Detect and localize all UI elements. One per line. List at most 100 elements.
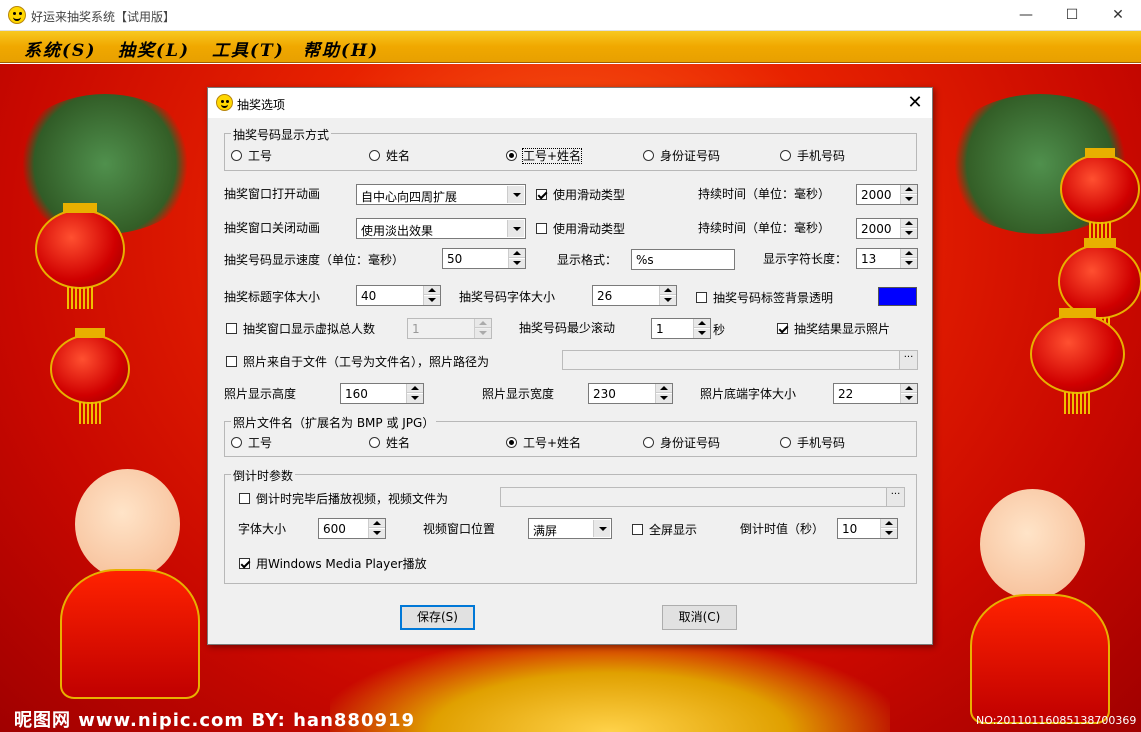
- photo-width-spinner[interactable]: 230: [588, 383, 673, 404]
- spin-down-icon[interactable]: [656, 394, 672, 403]
- countdown-group-label: 倒计时参数: [231, 467, 296, 484]
- speed-value: 50: [447, 252, 463, 266]
- format-input[interactable]: %s: [631, 249, 735, 270]
- photo-name-radio-name[interactable]: 姓名: [369, 434, 410, 451]
- close-button[interactable]: ✕: [1095, 0, 1141, 31]
- checkbox-label: 倒计时完毕后播放视频，视频文件为: [256, 492, 449, 506]
- format-label: 显示格式：: [557, 253, 618, 267]
- spin-up-icon[interactable]: [660, 286, 676, 295]
- menu-tools[interactable]: 工具(T): [212, 36, 285, 61]
- close-duration-value: 2000: [861, 222, 892, 236]
- char-length-spinner[interactable]: 13: [856, 248, 918, 269]
- countdown-value-spinner[interactable]: 10: [837, 518, 898, 539]
- photo-height-spinner[interactable]: 160: [340, 383, 424, 404]
- display-mode-radio-id-card[interactable]: 身份证号码: [643, 147, 720, 164]
- open-duration-label: 持续时间（单位：毫秒）: [698, 187, 831, 201]
- photo-font-spinner[interactable]: 22: [833, 383, 918, 404]
- spin-up-icon[interactable]: [424, 286, 440, 295]
- min-roll-spinner[interactable]: 1: [651, 318, 711, 339]
- open-anim-value: 自中心向四周扩展: [361, 190, 458, 204]
- menubar: 系统(S) 抽奖(L) 工具(T) 帮助(H): [0, 31, 1141, 63]
- spin-up-icon[interactable]: [656, 384, 672, 393]
- lottery-options-dialog: 抽奖选项 ✕ 抽奖号码显示方式 工号 姓名 工号+姓名 身份证号码 手机号码 抽…: [207, 87, 933, 645]
- close-anim-value: 使用淡出效果: [361, 224, 434, 238]
- spin-down-icon[interactable]: [901, 195, 917, 204]
- photo-from-file-checkbox[interactable]: 照片来自于文件（工号为文件名），照片路径为: [226, 353, 489, 370]
- virtual-total-spinner[interactable]: 1: [407, 318, 492, 339]
- photo-name-radio-id-card[interactable]: 身份证号码: [643, 434, 720, 451]
- save-button[interactable]: 保存(S): [400, 605, 475, 630]
- spin-up-icon[interactable]: [901, 185, 917, 194]
- browse-button[interactable]: ···: [899, 351, 917, 369]
- label-color-swatch[interactable]: [878, 287, 917, 306]
- video-pos-select[interactable]: 满屏: [528, 518, 612, 539]
- watermark-text: 昵图网 www.nipic.com BY: han880919: [14, 710, 416, 731]
- wmp-checkbox[interactable]: 用Windows Media Player播放: [239, 555, 427, 572]
- spin-up-icon[interactable]: [407, 384, 423, 393]
- menu-lottery[interactable]: 抽奖(L): [118, 36, 190, 61]
- cancel-button[interactable]: 取消(C): [662, 605, 737, 630]
- open-anim-label: 抽奖窗口打开动画: [224, 187, 321, 201]
- display-mode-radio-phone[interactable]: 手机号码: [780, 147, 845, 164]
- countdown-font-label: 字体大小: [238, 522, 287, 536]
- spin-down-icon[interactable]: [694, 329, 710, 338]
- photo-font-label: 照片底端字体大小: [700, 387, 797, 401]
- virtual-total-checkbox[interactable]: 抽奖窗口显示虚拟总人数: [226, 320, 375, 337]
- char-length-label: 显示字符长度：: [763, 252, 848, 266]
- close-anim-select[interactable]: 使用淡出效果: [356, 218, 526, 239]
- spin-down-icon[interactable]: [369, 529, 385, 538]
- menu-system[interactable]: 系统(S): [24, 36, 96, 61]
- spin-up-icon[interactable]: [509, 249, 525, 258]
- watermark-number: NO:20110116085138700369: [976, 714, 1137, 727]
- number-font-spinner[interactable]: 26: [592, 285, 677, 306]
- spin-down-icon[interactable]: [901, 229, 917, 238]
- radio-label: 手机号码: [797, 149, 846, 163]
- maximize-button[interactable]: ☐: [1049, 0, 1095, 31]
- radio-label: 身份证号码: [660, 149, 721, 163]
- speed-spinner[interactable]: 50: [442, 248, 526, 269]
- photo-path-input[interactable]: ···: [562, 350, 918, 370]
- spin-up-icon[interactable]: [694, 319, 710, 328]
- open-anim-slide-checkbox[interactable]: 使用滑动类型: [536, 186, 625, 203]
- spin-up-icon[interactable]: [901, 219, 917, 228]
- fullscreen-checkbox[interactable]: 全屏显示: [632, 521, 697, 538]
- seconds-unit-label: 秒: [713, 323, 726, 337]
- photo-name-radio-id-name[interactable]: 工号+姓名: [506, 434, 581, 451]
- display-mode-radio-name[interactable]: 姓名: [369, 147, 410, 164]
- spin-up-icon[interactable]: [881, 519, 897, 528]
- radio-label: 工号+姓名: [521, 148, 583, 164]
- browse-button[interactable]: ···: [886, 488, 904, 506]
- countdown-font-spinner[interactable]: 600: [318, 518, 386, 539]
- checkbox-label: 全屏显示: [649, 523, 698, 537]
- open-anim-select[interactable]: 自中心向四周扩展: [356, 184, 526, 205]
- spin-down-icon[interactable]: [424, 296, 440, 305]
- spin-up-icon[interactable]: [901, 384, 917, 393]
- photo-name-radio-employee-id[interactable]: 工号: [231, 434, 272, 451]
- number-font-value: 26: [597, 289, 613, 303]
- spin-down-icon[interactable]: [509, 259, 525, 268]
- spin-up-icon[interactable]: [901, 249, 917, 258]
- open-duration-spinner[interactable]: 2000: [856, 184, 918, 205]
- show-photo-checkbox[interactable]: 抽奖结果显示照片: [777, 320, 890, 337]
- spin-down-icon[interactable]: [407, 394, 423, 403]
- dialog-close-button[interactable]: ✕: [904, 92, 926, 114]
- spin-down-icon[interactable]: [901, 394, 917, 403]
- label-transparent-checkbox[interactable]: 抽奖号码标签背景透明: [696, 289, 833, 306]
- open-duration-value: 2000: [861, 188, 892, 202]
- photo-name-radio-phone[interactable]: 手机号码: [780, 434, 845, 451]
- play-video-checkbox[interactable]: 倒计时完毕后播放视频，视频文件为: [239, 490, 448, 507]
- minimize-button[interactable]: —: [1003, 0, 1049, 31]
- spin-up-icon[interactable]: [369, 519, 385, 528]
- video-path-input[interactable]: ···: [500, 487, 905, 507]
- close-duration-spinner[interactable]: 2000: [856, 218, 918, 239]
- photo-height-label: 照片显示高度: [224, 387, 297, 401]
- display-mode-radio-id-name[interactable]: 工号+姓名: [506, 147, 583, 164]
- spin-down-icon[interactable]: [660, 296, 676, 305]
- close-anim-slide-checkbox[interactable]: 使用滑动类型: [536, 220, 625, 237]
- menu-help[interactable]: 帮助(H): [303, 36, 379, 61]
- display-mode-radio-employee-id[interactable]: 工号: [231, 147, 272, 164]
- spin-down-icon[interactable]: [901, 259, 917, 268]
- spin-down-icon[interactable]: [881, 529, 897, 538]
- video-pos-value: 满屏: [533, 524, 558, 538]
- title-font-spinner[interactable]: 40: [356, 285, 441, 306]
